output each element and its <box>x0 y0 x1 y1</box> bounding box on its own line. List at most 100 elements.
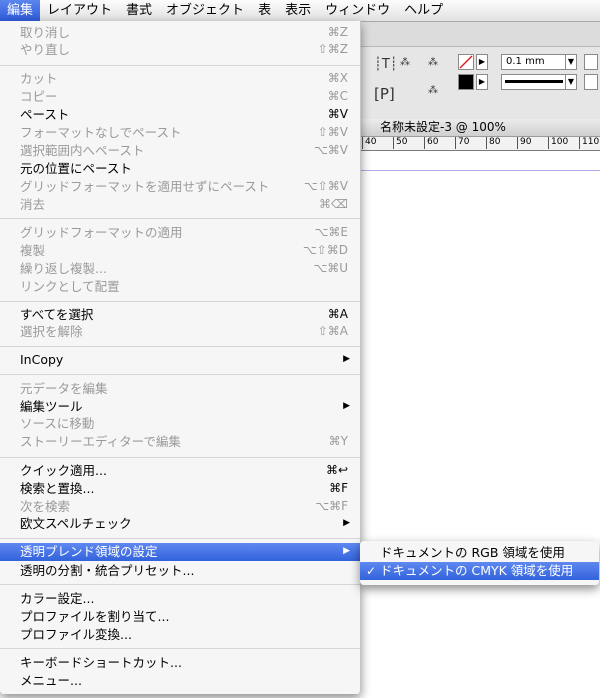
menu-item-apply-grid-format[interactable]: グリッドフォーマットの適用 ⌥⌘E <box>0 224 360 241</box>
menu-item-shortcut: ⌥⌘E <box>314 225 348 239</box>
menu-item-paste-without-formatting[interactable]: フォーマットなしでペースト ⇧⌘V <box>0 124 360 141</box>
menu-item-spelling[interactable]: 欧文スペルチェック ▶ <box>0 515 360 532</box>
menu-item-go-to-source[interactable]: ソースに移動 <box>0 415 360 432</box>
menubar-item-object[interactable]: オブジェクト <box>159 0 251 21</box>
stroke-type-dropdown[interactable]: ▼ <box>565 74 577 90</box>
menu-item-label: 欧文スペルチェック <box>20 516 132 531</box>
menubar-item-layout[interactable]: レイアウト <box>40 0 119 21</box>
menu-item-find-change[interactable]: 検索と置換... ⌘F <box>0 480 360 497</box>
ruler-label: 100 <box>548 137 568 149</box>
menu-item-convert-profile[interactable]: プロファイル変換... <box>0 626 360 643</box>
stroke-dropdown[interactable]: ▶ <box>476 74 488 90</box>
frame-fitting-icon[interactable] <box>584 54 598 70</box>
menu-item-label: グリッドフォーマットの適用 <box>20 225 183 240</box>
menu-item-keyboard-shortcuts[interactable]: キーボードショートカット... <box>0 654 360 671</box>
menu-item-shortcut: ⇧⌘Z <box>317 42 348 56</box>
control-panel: ┊T┊ [P] ⁂ ⁂ ⁂ ▶ ▶ 0.1 mm ▼ ▼ <box>358 47 600 120</box>
menu-item-shortcut: ⇧⌘A <box>317 324 348 338</box>
submenu-arrow-icon: ▶ <box>343 546 350 556</box>
menu-item-shortcut: ⌘⌫ <box>319 197 348 211</box>
stroke-weight-dropdown[interactable]: ▼ <box>565 54 577 70</box>
menu-item-place-linked[interactable]: リンクとして配置 <box>0 278 360 295</box>
checkmark-icon: ✓ <box>366 564 377 578</box>
menu-item-label: プロファイルを割り当て... <box>20 609 170 624</box>
menu-item-menus[interactable]: メニュー... <box>0 672 360 689</box>
menu-item-label: 選択範囲内へペースト <box>20 143 145 158</box>
submenu-arrow-icon: ▶ <box>343 354 350 364</box>
menu-item-shortcut: ⌘Y <box>328 434 348 448</box>
menu-item-label: リンクとして配置 <box>20 279 120 294</box>
margin-guide <box>358 170 600 171</box>
menu-item-paste[interactable]: ペースト ⌘V <box>0 106 360 123</box>
paragraph-icon[interactable]: [P] <box>374 85 395 103</box>
menu-item-find-next[interactable]: 次を検索 ⌥⌘F <box>0 498 360 515</box>
menu-item-shortcut: ⌘V <box>327 107 348 121</box>
menu-item-shortcut: ⌘C <box>327 89 348 103</box>
fill-dropdown[interactable]: ▶ <box>476 54 488 70</box>
stroke-weight-field[interactable]: 0.1 mm <box>501 54 567 70</box>
menu-item-cut[interactable]: カット ⌘X <box>0 70 360 87</box>
menubar-item-view[interactable]: 表示 <box>278 0 318 21</box>
menu-item-label: カット <box>20 71 58 86</box>
menu-separator <box>0 374 360 375</box>
menu-item-redo[interactable]: やり直し ⇧⌘Z <box>0 41 360 58</box>
text-frame-icon[interactable]: ┊T┊ <box>374 57 398 72</box>
transparency-blend-space-submenu: ドキュメントの RGB 領域を使用 ✓ ドキュメントの CMYK 領域を使用 <box>360 541 599 585</box>
none-swatch-icon <box>459 55 473 69</box>
menu-item-edit-original[interactable]: 元データを編集 <box>0 380 360 397</box>
menu-item-label: すべてを選択 <box>20 307 94 322</box>
menu-item-paste-in-place[interactable]: 元の位置にペースト <box>0 160 360 177</box>
submenu-item-document-cmyk[interactable]: ✓ ドキュメントの CMYK 領域を使用 <box>360 562 599 580</box>
edit-menu: 取り消し ⌘Z やり直し ⇧⌘Z カット ⌘X コピー ⌘C ペースト ⌘V フ… <box>0 21 361 694</box>
menubar-item-edit[interactable]: 編集 <box>0 0 41 21</box>
menu-item-label: コピー <box>20 89 58 104</box>
menu-item-undo[interactable]: 取り消し ⌘Z <box>0 24 360 41</box>
menubar-item-help[interactable]: ヘルプ <box>397 0 450 21</box>
menu-item-step-and-repeat[interactable]: 繰り返し複製... ⌥⌘U <box>0 260 360 277</box>
document-title: 名称未設定-3 @ 100% <box>380 120 506 134</box>
horizontal-ruler[interactable]: 40 50 60 70 80 90 100 110 <box>358 137 600 151</box>
menu-item-label: 複製 <box>20 243 46 258</box>
menu-item-label: 透明ブレンド領域の設定 <box>20 544 158 559</box>
menu-item-deselect-all[interactable]: 選択を解除 ⇧⌘A <box>0 323 360 340</box>
document-tab[interactable]: 名称未設定-3 @ 100% <box>358 119 600 137</box>
menu-item-quick-apply[interactable]: クイック適用... ⌘↩ <box>0 462 360 479</box>
menu-item-clear[interactable]: 消去 ⌘⌫ <box>0 196 360 213</box>
menubar-item-window[interactable]: ウィンドウ <box>318 0 397 21</box>
menu-item-color-settings[interactable]: カラー設定... <box>0 590 360 607</box>
menu-item-paste-into[interactable]: 選択範囲内へペースト ⌥⌘V <box>0 142 360 159</box>
document-canvas[interactable] <box>358 151 600 698</box>
menu-item-paste-without-grid[interactable]: グリッドフォーマットを適用せずにペースト ⌥⇧⌘V <box>0 178 360 195</box>
menu-item-label: 取り消し <box>20 25 71 40</box>
menubar-item-type[interactable]: 書式 <box>119 0 159 21</box>
distribute-icon[interactable]: ⁂ <box>428 57 438 68</box>
menu-separator <box>0 538 360 539</box>
effects-icon[interactable] <box>584 74 598 90</box>
menu-item-label: グリッドフォーマットを適用せずにペースト <box>20 179 270 194</box>
menu-item-edit-with[interactable]: 編集ツール ▶ <box>0 398 360 415</box>
menu-item-label: 検索と置換... <box>20 481 95 496</box>
menu-item-label: 繰り返し複製... <box>20 261 107 276</box>
stroke-swatch[interactable] <box>458 74 474 90</box>
submenu-item-document-rgb[interactable]: ドキュメントの RGB 領域を使用 <box>360 544 599 562</box>
menu-item-label: 編集ツール <box>20 399 83 414</box>
stroke-type-select[interactable] <box>501 74 567 90</box>
menu-item-transparency-flattener-presets[interactable]: 透明の分割・統合プリセット... <box>0 562 360 579</box>
menu-item-shortcut: ⌘Z <box>327 25 348 39</box>
menu-item-transparency-blend-space[interactable]: 透明ブレンド領域の設定 ▶ <box>0 543 360 561</box>
menu-item-label: ドキュメントの CMYK 領域を使用 <box>380 563 574 578</box>
menu-item-assign-profiles[interactable]: プロファイルを割り当て... <box>0 608 360 625</box>
align-icon[interactable]: ⁂ <box>400 57 410 68</box>
menu-item-incopy[interactable]: InCopy ▶ <box>0 351 360 368</box>
menu-item-copy[interactable]: コピー ⌘C <box>0 88 360 105</box>
menu-item-select-all[interactable]: すべてを選択 ⌘A <box>0 306 360 323</box>
distribute-vertical-icon[interactable]: ⁂ <box>428 85 438 96</box>
menu-item-shortcut: ⌘X <box>327 71 348 85</box>
menu-item-label: 消去 <box>20 197 46 212</box>
fill-swatch[interactable] <box>458 54 474 70</box>
menu-item-duplicate[interactable]: 複製 ⌥⇧⌘D <box>0 242 360 259</box>
menu-item-label: ドキュメントの RGB 領域を使用 <box>380 545 565 560</box>
menubar-item-table[interactable]: 表 <box>251 0 278 21</box>
menu-item-story-editor[interactable]: ストーリーエディターで編集 ⌘Y <box>0 433 360 450</box>
menu-item-label: 次を検索 <box>20 499 71 514</box>
